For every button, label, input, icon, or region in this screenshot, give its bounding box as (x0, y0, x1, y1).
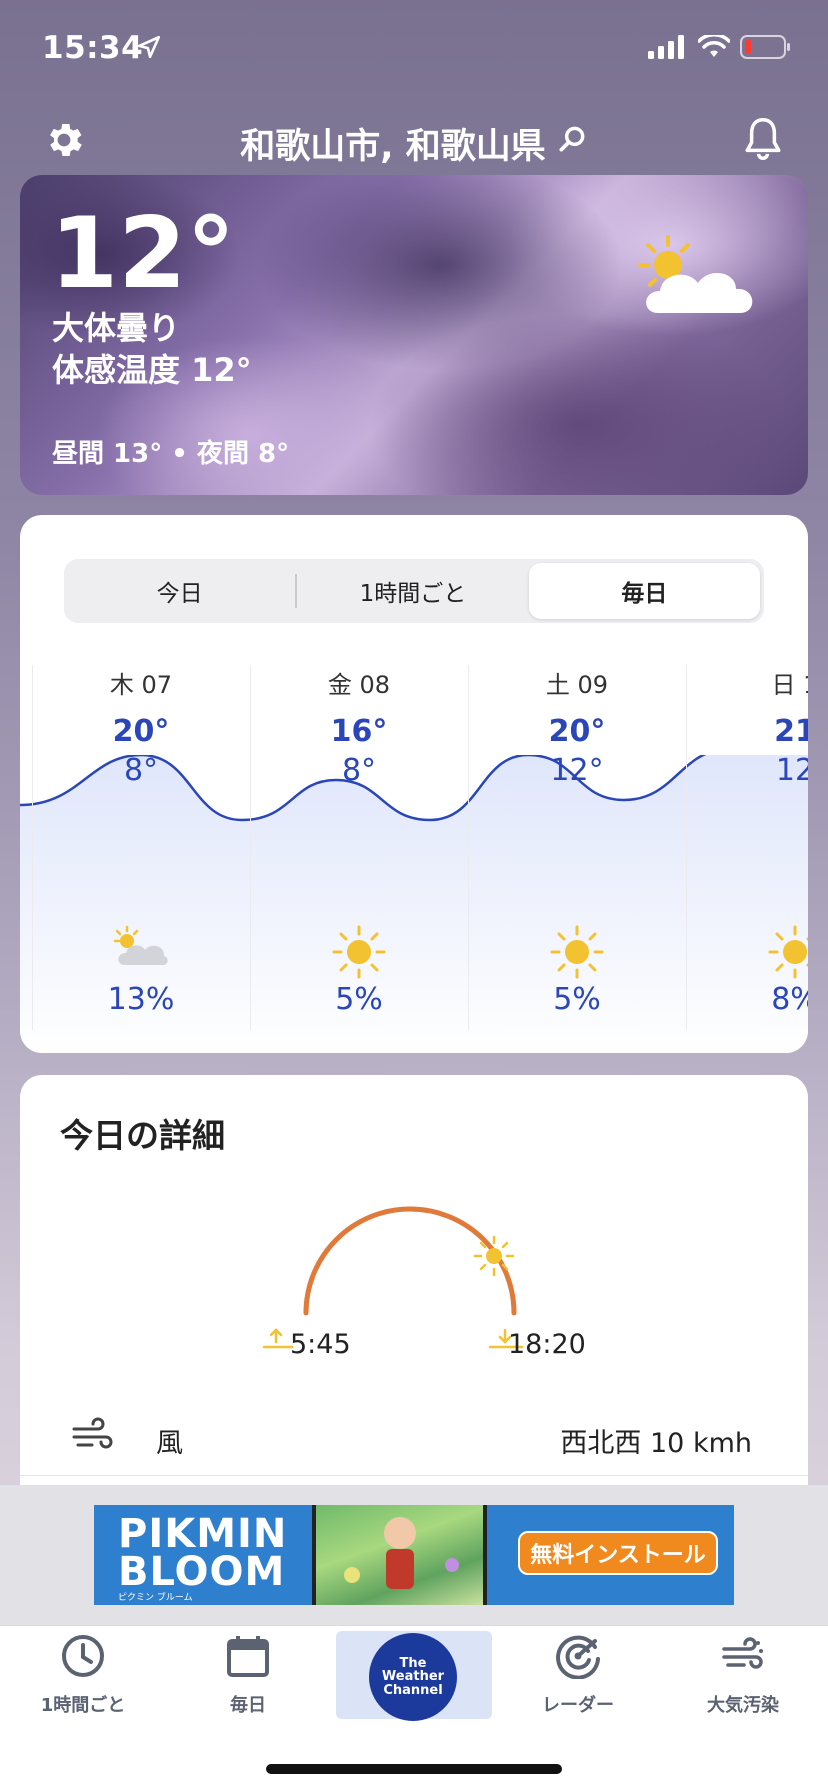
forecast-day-bottom: 13% (32, 515, 250, 1053)
ad-install-button[interactable]: 無料インストール (518, 1531, 718, 1575)
wind-value: 西北西 10 kmh (560, 1428, 752, 1459)
todays-details-card: 今日の詳細 5:45 18:20 風 西北西 10 kmh (20, 1075, 808, 1485)
sunset-time: 18:20 (508, 1329, 586, 1360)
tab-daily-forecast[interactable]: 毎日 (173, 1633, 323, 1717)
tab-label: 毎日 (230, 1695, 266, 1716)
home-indicator (266, 1764, 562, 1774)
current-condition: 大体曇り (52, 309, 181, 347)
wind-label: 風 (156, 1428, 183, 1459)
location-search[interactable]: 和歌山市, 和歌山県 (0, 118, 828, 169)
divider (20, 1475, 808, 1476)
tab-label: 1時間ごと (40, 1695, 126, 1716)
location-name: 和歌山市, 和歌山県 (240, 127, 546, 167)
tab-radar[interactable]: レーダー (503, 1633, 653, 1717)
ad-logo: PIKMIN BLOOM (118, 1511, 288, 1595)
precip-chance: 13% (107, 982, 175, 1017)
sun-icon (468, 925, 686, 983)
ad-banner[interactable]: PIKMIN BLOOM ピクミン ブルーム 無料インストール (94, 1505, 734, 1605)
search-icon (556, 123, 588, 164)
precip-chance: 5% (335, 982, 383, 1017)
weather-channel-logo-tab[interactable]: The Weather Channel (369, 1633, 457, 1721)
notification-bell-icon[interactable] (742, 116, 784, 166)
sunrise-icon (262, 1328, 294, 1349)
wind-icon (70, 1415, 114, 1459)
forecast-card: 今日 1時間ごと 毎日 木 07 20° 8° 金 08 16° 8° 土 09… (20, 515, 808, 1053)
ad-logo-sub: ピクミン ブルーム (118, 1593, 193, 1603)
clock-icon (60, 1635, 106, 1683)
partly-cloudy-icon (636, 233, 760, 321)
location-arrow-icon (136, 34, 162, 64)
signal-icon (648, 35, 688, 63)
wind-icon (720, 1637, 766, 1683)
status-time: 15:34 (42, 30, 144, 66)
tab-label: 大気汚染 (707, 1695, 779, 1716)
precip-chance: 5% (553, 982, 601, 1017)
tab-hourly-forecast[interactable]: 1時間ごと (8, 1633, 158, 1717)
status-indicators (648, 33, 792, 64)
details-title: 今日の詳細 (60, 1116, 225, 1155)
tab-label: レーダー (542, 1695, 614, 1716)
sun-icon (686, 925, 808, 983)
radar-icon (555, 1635, 601, 1683)
feels-like: 体感温度 12° (52, 351, 252, 389)
partly-cloudy-icon (32, 925, 250, 973)
forecast-day-bottom: 5% (250, 515, 468, 1053)
sun-icon (250, 925, 468, 983)
tab-air-quality[interactable]: 大気汚染 (668, 1633, 818, 1717)
wifi-icon (697, 33, 731, 63)
battery-low-icon (740, 34, 792, 64)
calendar-icon (225, 1636, 271, 1683)
current-conditions-card[interactable]: 12° 大体曇り 体感温度 12° 昼間 13° • 夜間 8° (20, 175, 808, 495)
day-night-temps: 昼間 13° • 夜間 8° (52, 439, 290, 469)
forecast-day-bottom: 8% (686, 515, 808, 1053)
sunrise-time: 5:45 (290, 1329, 351, 1360)
forecast-day-bottom: 5% (468, 515, 686, 1053)
precip-chance: 8% (771, 982, 808, 1017)
ad-image (312, 1505, 487, 1605)
current-temperature: 12° (50, 197, 236, 311)
